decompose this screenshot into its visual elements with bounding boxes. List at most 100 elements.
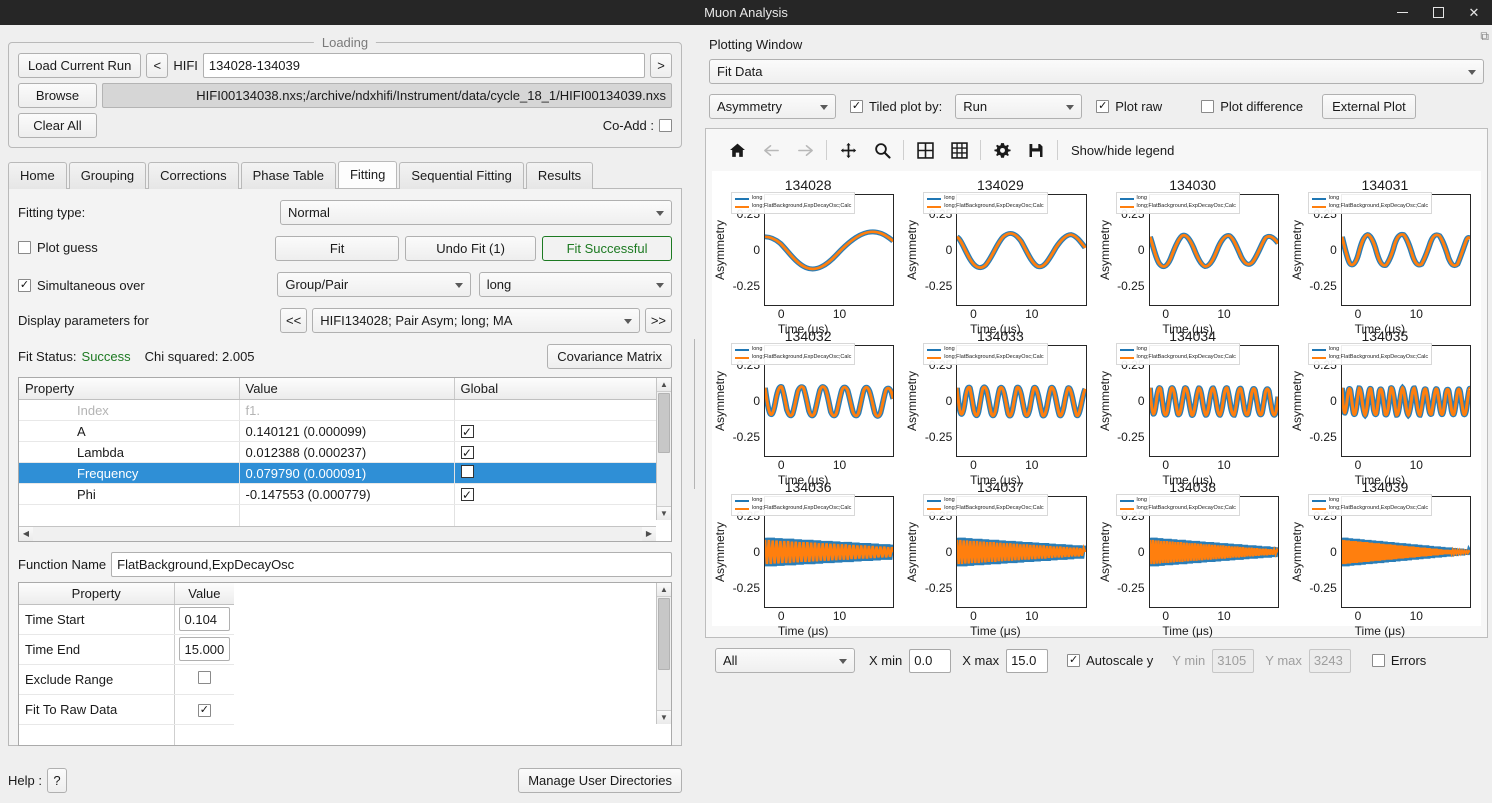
plot-panel-134034[interactable]: 134034 Asymmetry 0.25 0 -0.25 long long;… (1097, 328, 1289, 487)
simultaneous-over-checkbox[interactable]: ✓ Simultaneous over (18, 278, 145, 293)
fit-button[interactable]: Fit (275, 236, 400, 261)
vscroll-down-button[interactable]: ▼ (657, 709, 671, 724)
home-icon[interactable] (720, 137, 754, 163)
tiled-plot-checkbox[interactable]: ✓ Tiled plot by: (850, 99, 942, 114)
plot-legend[interactable]: long long;FlatBackground,ExpDecayOsc;Cal… (731, 343, 856, 365)
tab-corrections[interactable]: Corrections (148, 162, 239, 189)
display-next-button[interactable]: >> (644, 308, 672, 333)
plot-mode-select[interactable]: Fit Data (709, 59, 1484, 84)
previous-run-button[interactable]: < (146, 53, 169, 78)
plot-axes[interactable]: long long;FlatBackground,ExpDecayOsc;Cal… (731, 494, 896, 608)
plot-legend[interactable]: long long;FlatBackground,ExpDecayOsc;Cal… (1115, 494, 1240, 516)
tiled-plot-box[interactable]: ✓ (850, 100, 863, 113)
hscroll-right-button[interactable]: ▶ (642, 526, 656, 541)
vscroll-up-button[interactable]: ▲ (657, 582, 671, 597)
data-type-select[interactable]: Asymmetry (709, 94, 836, 119)
browse-button[interactable]: Browse (18, 83, 97, 108)
float-dock-icon[interactable]: ⧉ (1480, 29, 1489, 44)
display-parameters-select[interactable]: HIFI134028; Pair Asym; long; MA (312, 308, 640, 333)
plot-axes[interactable]: long long;FlatBackground,ExpDecayOsc;Cal… (923, 343, 1089, 457)
plot-panel-134037[interactable]: 134037 Asymmetry 0.25 0 -0.25 long long;… (904, 479, 1096, 638)
grid-icon[interactable] (942, 137, 976, 163)
plot-axes[interactable]: long long;FlatBackground,ExpDecayOsc;Cal… (1307, 343, 1473, 457)
plot-legend[interactable]: long long;FlatBackground,ExpDecayOsc;Cal… (731, 494, 856, 516)
function-name-input[interactable]: FlatBackground,ExpDecayOsc (111, 551, 672, 577)
plot-panel-134031[interactable]: 134031 Asymmetry 0.25 0 -0.25 long long;… (1289, 177, 1481, 336)
table-row[interactable]: Exclude Range (19, 664, 235, 695)
plot-panel-134036[interactable]: 134036 Asymmetry 0.25 0 -0.25 long long;… (712, 479, 904, 638)
range-select[interactable]: All (715, 648, 855, 673)
plot-legend[interactable]: long long;FlatBackground,ExpDecayOsc;Cal… (1115, 192, 1240, 214)
fn-property-value-cell[interactable]: ✓ (174, 694, 235, 725)
table-row[interactable]: A 0.140121 (0.000099) ✓ (19, 420, 656, 442)
param-global[interactable]: ✓ (454, 441, 656, 463)
table-row[interactable]: Fit To Raw Data ✓ (19, 694, 235, 725)
function-table-vscrollbar[interactable]: ▲ ▼ (656, 582, 671, 724)
plot-axes[interactable]: long long;FlatBackground,ExpDecayOsc;Cal… (1115, 192, 1281, 306)
simultaneous-over-select[interactable]: Group/Pair (277, 272, 471, 297)
tab-grouping[interactable]: Grouping (68, 162, 147, 189)
simultaneous-target-select[interactable]: long (478, 272, 673, 297)
plot-difference-box[interactable] (1201, 100, 1215, 113)
autoscale-y-box[interactable]: ✓ (1067, 654, 1081, 667)
vscroll-up-button[interactable]: ▲ (657, 378, 671, 392)
plot-axes[interactable]: long long;FlatBackground,ExpDecayOsc;Cal… (923, 494, 1088, 608)
col-value[interactable]: Value (174, 582, 235, 605)
table-row[interactable]: Frequency 0.079790 (0.000091) (19, 462, 656, 484)
global-checkbox[interactable] (460, 465, 474, 478)
save-icon[interactable] (1019, 137, 1053, 163)
col-global[interactable]: Global (454, 378, 656, 400)
plot-guess-box[interactable] (18, 241, 31, 254)
plot-raw-checkbox[interactable]: ✓ Plot raw (1096, 99, 1162, 114)
plot-panel-134039[interactable]: 134039 Asymmetry 0.25 0 -0.25 long long;… (1289, 479, 1481, 638)
time-start-input[interactable]: 0.104 (178, 607, 231, 631)
undo-fit-button[interactable]: Undo Fit (1) (405, 236, 537, 261)
back-arrow-icon[interactable] (754, 137, 788, 163)
zoom-icon[interactable] (865, 137, 899, 163)
plot-raw-box[interactable]: ✓ (1096, 100, 1110, 113)
plot-panel-134038[interactable]: 134038 Asymmetry 0.25 0 -0.25 long long;… (1097, 479, 1289, 638)
fit-to-raw-data-checkbox[interactable]: ✓ (197, 704, 211, 717)
plot-axes[interactable]: long long;FlatBackground,ExpDecayOsc;Cal… (731, 343, 897, 457)
plot-legend[interactable]: long long;FlatBackground,ExpDecayOsc;Cal… (731, 192, 856, 214)
external-plot-button[interactable]: External Plot (1322, 94, 1416, 119)
help-button[interactable]: ? (46, 768, 67, 793)
tab-sequential-fitting[interactable]: Sequential Fitting (399, 162, 524, 189)
close-button[interactable]: ✕ (1456, 0, 1492, 25)
plot-legend[interactable]: long long;FlatBackground,ExpDecayOsc;Cal… (1307, 343, 1433, 365)
time-end-input[interactable]: 15.000 (178, 637, 231, 661)
param-global[interactable]: ✓ (454, 483, 656, 505)
table-row[interactable]: Time End 15.000 (19, 634, 235, 665)
tab-results[interactable]: Results (525, 162, 594, 189)
plot-panel-134033[interactable]: 134033 Asymmetry 0.25 0 -0.25 long long;… (904, 328, 1096, 487)
forward-arrow-icon[interactable] (788, 137, 822, 163)
col-property[interactable]: Property (19, 378, 240, 400)
plot-panel-134035[interactable]: 134035 Asymmetry 0.25 0 -0.25 long long;… (1289, 328, 1481, 487)
hscroll-left-button[interactable]: ◀ (19, 526, 33, 541)
exclude-range-checkbox[interactable] (197, 671, 211, 684)
plot-legend[interactable]: long long;FlatBackground,ExpDecayOsc;Cal… (923, 494, 1048, 516)
plot-panel-134030[interactable]: 134030 Asymmetry 0.25 0 -0.25 long long;… (1097, 177, 1289, 336)
fn-property-value-cell[interactable] (174, 664, 235, 695)
plot-panel-134028[interactable]: 134028 Asymmetry 0.25 0 -0.25 long long;… (712, 177, 904, 336)
next-run-button[interactable]: > (650, 53, 672, 78)
manage-user-directories-button[interactable]: Manage User Directories (518, 768, 682, 793)
plot-axes[interactable]: long long;FlatBackground,ExpDecayOsc;Cal… (1115, 494, 1280, 608)
fitting-type-select[interactable]: Normal (280, 200, 672, 225)
plot-axes[interactable]: long long;FlatBackground,ExpDecayOsc;Cal… (1307, 192, 1473, 306)
table-row[interactable]: Index f1. (19, 399, 656, 421)
vscroll-track[interactable] (657, 392, 671, 506)
tab-phase-table[interactable]: Phase Table (240, 162, 336, 189)
param-global[interactable]: ✓ (454, 420, 656, 442)
tab-home[interactable]: Home (8, 162, 67, 189)
plot-guess-checkbox[interactable]: Plot guess (18, 240, 98, 255)
table-row[interactable]: Lambda 0.012388 (0.000237) ✓ (19, 441, 656, 463)
param-global[interactable] (454, 462, 656, 484)
col-value[interactable]: Value (239, 378, 455, 400)
display-prev-button[interactable]: << (280, 308, 308, 333)
plot-panel-134029[interactable]: 134029 Asymmetry 0.25 0 -0.25 long long;… (904, 177, 1096, 336)
plot-panel-134032[interactable]: 134032 Asymmetry 0.25 0 -0.25 long long;… (712, 328, 904, 487)
simultaneous-box[interactable]: ✓ (18, 279, 31, 292)
col-property[interactable]: Property (19, 582, 175, 605)
panel-splitter[interactable] (690, 25, 699, 803)
